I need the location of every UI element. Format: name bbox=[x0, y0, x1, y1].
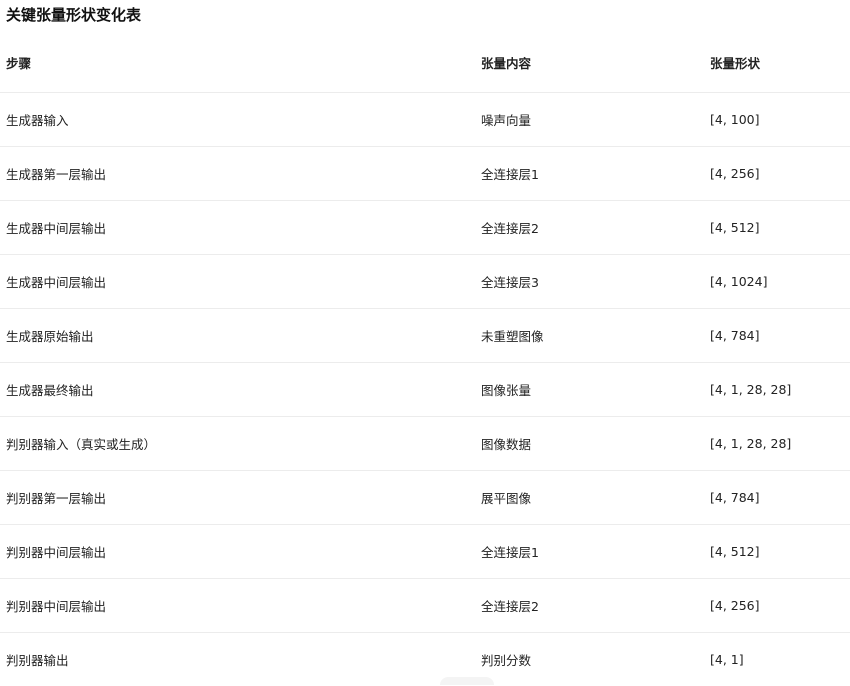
column-header-step: 步骤 bbox=[0, 32, 475, 93]
column-header-shape: 张量形状 bbox=[704, 32, 850, 93]
cell-step: 生成器最终输出 bbox=[0, 363, 475, 417]
cell-shape: [4, 1] bbox=[704, 633, 850, 686]
cell-shape: [4, 1024] bbox=[704, 255, 850, 309]
table-row: 生成器中间层输出 全连接层2 [4, 512] bbox=[0, 201, 850, 255]
cell-shape: [4, 256] bbox=[704, 147, 850, 201]
table-row: 判别器输入（真实或生成） 图像数据 [4, 1, 28, 28] bbox=[0, 417, 850, 471]
cell-content: 噪声向量 bbox=[475, 93, 704, 147]
cell-content: 全连接层2 bbox=[475, 579, 704, 633]
cell-step: 判别器第一层输出 bbox=[0, 471, 475, 525]
cell-step: 判别器输出 bbox=[0, 633, 475, 686]
cell-content: 判别分数 bbox=[475, 633, 704, 686]
cell-content: 全连接层1 bbox=[475, 147, 704, 201]
cell-shape: [4, 1, 28, 28] bbox=[704, 363, 850, 417]
cell-step: 生成器输入 bbox=[0, 93, 475, 147]
table-row: 生成器第一层输出 全连接层1 [4, 256] bbox=[0, 147, 850, 201]
cell-shape: [4, 512] bbox=[704, 525, 850, 579]
table-row: 判别器第一层输出 展平图像 [4, 784] bbox=[0, 471, 850, 525]
cell-shape: [4, 784] bbox=[704, 471, 850, 525]
cell-shape: [4, 784] bbox=[704, 309, 850, 363]
cell-content: 图像张量 bbox=[475, 363, 704, 417]
cell-shape: [4, 100] bbox=[704, 93, 850, 147]
table-header-row: 步骤 张量内容 张量形状 bbox=[0, 32, 850, 93]
cell-content: 全连接层2 bbox=[475, 201, 704, 255]
cell-content: 未重塑图像 bbox=[475, 309, 704, 363]
cell-step: 生成器中间层输出 bbox=[0, 255, 475, 309]
cell-step: 判别器输入（真实或生成） bbox=[0, 417, 475, 471]
table-row: 判别器输出 判别分数 [4, 1] bbox=[0, 633, 850, 686]
table-row: 判别器中间层输出 全连接层1 [4, 512] bbox=[0, 525, 850, 579]
cell-shape: [4, 1, 28, 28] bbox=[704, 417, 850, 471]
column-header-content: 张量内容 bbox=[475, 32, 704, 93]
cell-content: 图像数据 bbox=[475, 417, 704, 471]
cell-shape: [4, 512] bbox=[704, 201, 850, 255]
scroll-indicator bbox=[440, 677, 494, 685]
table-row: 生成器最终输出 图像张量 [4, 1, 28, 28] bbox=[0, 363, 850, 417]
table-row: 生成器中间层输出 全连接层3 [4, 1024] bbox=[0, 255, 850, 309]
table-row: 生成器原始输出 未重塑图像 [4, 784] bbox=[0, 309, 850, 363]
cell-content: 全连接层3 bbox=[475, 255, 704, 309]
cell-content: 展平图像 bbox=[475, 471, 704, 525]
cell-step: 判别器中间层输出 bbox=[0, 525, 475, 579]
cell-step: 判别器中间层输出 bbox=[0, 579, 475, 633]
tensor-shape-table: 步骤 张量内容 张量形状 生成器输入 噪声向量 [4, 100] 生成器第一层输… bbox=[0, 32, 850, 686]
table-row: 判别器中间层输出 全连接层2 [4, 256] bbox=[0, 579, 850, 633]
cell-content: 全连接层1 bbox=[475, 525, 704, 579]
cell-step: 生成器中间层输出 bbox=[0, 201, 475, 255]
cell-step: 生成器第一层输出 bbox=[0, 147, 475, 201]
cell-shape: [4, 256] bbox=[704, 579, 850, 633]
table-row: 生成器输入 噪声向量 [4, 100] bbox=[0, 93, 850, 147]
page-title: 关键张量形状变化表 bbox=[6, 5, 141, 25]
cell-step: 生成器原始输出 bbox=[0, 309, 475, 363]
